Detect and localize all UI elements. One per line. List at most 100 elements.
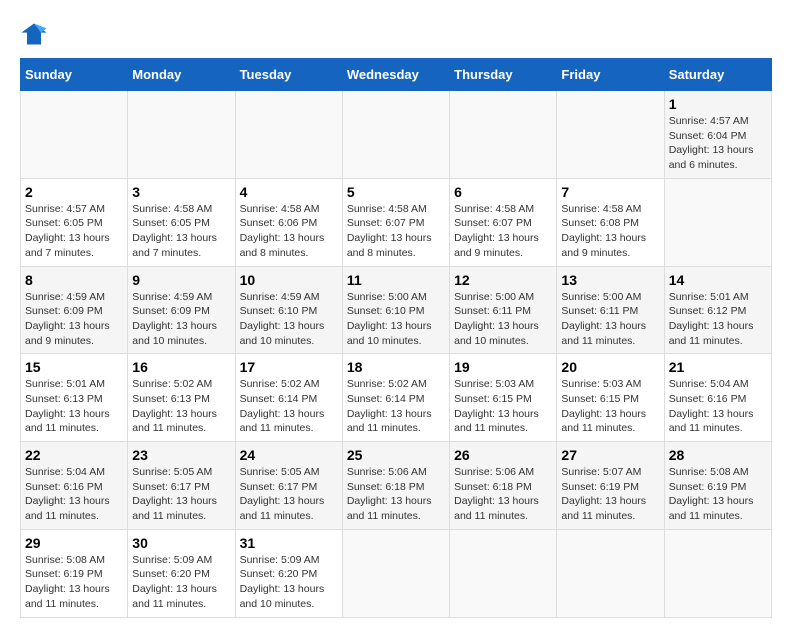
calendar-cell [235, 91, 342, 179]
day-detail: Sunrise: 5:05 AM Sunset: 6:17 PM Dayligh… [132, 465, 230, 524]
calendar-week-row: 1 Sunrise: 4:57 AM Sunset: 6:04 PM Dayli… [21, 91, 772, 179]
calendar-cell: 28 Sunrise: 5:08 AM Sunset: 6:19 PM Dayl… [664, 442, 771, 530]
calendar-cell: 1 Sunrise: 4:57 AM Sunset: 6:04 PM Dayli… [664, 91, 771, 179]
day-number: 11 [347, 272, 445, 288]
calendar-cell: 3 Sunrise: 4:58 AM Sunset: 6:05 PM Dayli… [128, 178, 235, 266]
day-detail: Sunrise: 4:58 AM Sunset: 6:06 PM Dayligh… [240, 202, 338, 261]
calendar-week-row: 29 Sunrise: 5:08 AM Sunset: 6:19 PM Dayl… [21, 529, 772, 617]
calendar-cell: 13 Sunrise: 5:00 AM Sunset: 6:11 PM Dayl… [557, 266, 664, 354]
day-number: 29 [25, 535, 123, 551]
calendar-cell: 14 Sunrise: 5:01 AM Sunset: 6:12 PM Dayl… [664, 266, 771, 354]
calendar-cell [557, 91, 664, 179]
calendar-cell: 5 Sunrise: 4:58 AM Sunset: 6:07 PM Dayli… [342, 178, 449, 266]
header-friday: Friday [557, 59, 664, 91]
logo-bird-icon [20, 20, 48, 48]
header-tuesday: Tuesday [235, 59, 342, 91]
calendar-cell [664, 529, 771, 617]
day-number: 3 [132, 184, 230, 200]
day-detail: Sunrise: 5:02 AM Sunset: 6:14 PM Dayligh… [240, 377, 338, 436]
calendar-week-row: 2 Sunrise: 4:57 AM Sunset: 6:05 PM Dayli… [21, 178, 772, 266]
calendar-cell: 20 Sunrise: 5:03 AM Sunset: 6:15 PM Dayl… [557, 354, 664, 442]
day-detail: Sunrise: 5:05 AM Sunset: 6:17 PM Dayligh… [240, 465, 338, 524]
calendar-cell: 11 Sunrise: 5:00 AM Sunset: 6:10 PM Dayl… [342, 266, 449, 354]
calendar-cell [342, 91, 449, 179]
calendar-week-row: 22 Sunrise: 5:04 AM Sunset: 6:16 PM Dayl… [21, 442, 772, 530]
day-detail: Sunrise: 4:58 AM Sunset: 6:07 PM Dayligh… [454, 202, 552, 261]
day-number: 1 [669, 96, 767, 112]
day-detail: Sunrise: 5:06 AM Sunset: 6:18 PM Dayligh… [454, 465, 552, 524]
day-number: 12 [454, 272, 552, 288]
calendar-cell [21, 91, 128, 179]
calendar-cell: 17 Sunrise: 5:02 AM Sunset: 6:14 PM Dayl… [235, 354, 342, 442]
day-number: 23 [132, 447, 230, 463]
calendar-cell: 9 Sunrise: 4:59 AM Sunset: 6:09 PM Dayli… [128, 266, 235, 354]
header-monday: Monday [128, 59, 235, 91]
day-number: 9 [132, 272, 230, 288]
day-number: 26 [454, 447, 552, 463]
day-detail: Sunrise: 5:04 AM Sunset: 6:16 PM Dayligh… [669, 377, 767, 436]
calendar-cell [664, 178, 771, 266]
calendar-cell: 12 Sunrise: 5:00 AM Sunset: 6:11 PM Dayl… [450, 266, 557, 354]
day-number: 21 [669, 359, 767, 375]
calendar-cell: 15 Sunrise: 5:01 AM Sunset: 6:13 PM Dayl… [21, 354, 128, 442]
day-number: 17 [240, 359, 338, 375]
day-detail: Sunrise: 5:03 AM Sunset: 6:15 PM Dayligh… [454, 377, 552, 436]
calendar-cell [557, 529, 664, 617]
day-detail: Sunrise: 5:01 AM Sunset: 6:12 PM Dayligh… [669, 290, 767, 349]
day-number: 30 [132, 535, 230, 551]
calendar-cell: 19 Sunrise: 5:03 AM Sunset: 6:15 PM Dayl… [450, 354, 557, 442]
day-number: 31 [240, 535, 338, 551]
day-number: 19 [454, 359, 552, 375]
header-wednesday: Wednesday [342, 59, 449, 91]
header-thursday: Thursday [450, 59, 557, 91]
calendar-cell: 16 Sunrise: 5:02 AM Sunset: 6:13 PM Dayl… [128, 354, 235, 442]
day-detail: Sunrise: 4:59 AM Sunset: 6:09 PM Dayligh… [25, 290, 123, 349]
calendar-cell: 31 Sunrise: 5:09 AM Sunset: 6:20 PM Dayl… [235, 529, 342, 617]
day-number: 25 [347, 447, 445, 463]
day-detail: Sunrise: 5:09 AM Sunset: 6:20 PM Dayligh… [132, 553, 230, 612]
day-detail: Sunrise: 5:00 AM Sunset: 6:11 PM Dayligh… [561, 290, 659, 349]
day-number: 10 [240, 272, 338, 288]
calendar-cell: 25 Sunrise: 5:06 AM Sunset: 6:18 PM Dayl… [342, 442, 449, 530]
day-detail: Sunrise: 5:08 AM Sunset: 6:19 PM Dayligh… [25, 553, 123, 612]
day-number: 7 [561, 184, 659, 200]
calendar-cell [342, 529, 449, 617]
calendar-cell: 21 Sunrise: 5:04 AM Sunset: 6:16 PM Dayl… [664, 354, 771, 442]
calendar-table: SundayMondayTuesdayWednesdayThursdayFrid… [20, 58, 772, 618]
day-detail: Sunrise: 4:58 AM Sunset: 6:08 PM Dayligh… [561, 202, 659, 261]
day-number: 27 [561, 447, 659, 463]
day-detail: Sunrise: 4:58 AM Sunset: 6:05 PM Dayligh… [132, 202, 230, 261]
calendar-week-row: 8 Sunrise: 4:59 AM Sunset: 6:09 PM Dayli… [21, 266, 772, 354]
calendar-cell: 2 Sunrise: 4:57 AM Sunset: 6:05 PM Dayli… [21, 178, 128, 266]
day-detail: Sunrise: 5:04 AM Sunset: 6:16 PM Dayligh… [25, 465, 123, 524]
day-number: 22 [25, 447, 123, 463]
calendar-cell: 27 Sunrise: 5:07 AM Sunset: 6:19 PM Dayl… [557, 442, 664, 530]
calendar-cell: 6 Sunrise: 4:58 AM Sunset: 6:07 PM Dayli… [450, 178, 557, 266]
day-detail: Sunrise: 5:03 AM Sunset: 6:15 PM Dayligh… [561, 377, 659, 436]
day-detail: Sunrise: 5:02 AM Sunset: 6:14 PM Dayligh… [347, 377, 445, 436]
day-number: 6 [454, 184, 552, 200]
day-detail: Sunrise: 5:00 AM Sunset: 6:11 PM Dayligh… [454, 290, 552, 349]
day-detail: Sunrise: 5:09 AM Sunset: 6:20 PM Dayligh… [240, 553, 338, 612]
day-number: 15 [25, 359, 123, 375]
calendar-week-row: 15 Sunrise: 5:01 AM Sunset: 6:13 PM Dayl… [21, 354, 772, 442]
day-detail: Sunrise: 4:58 AM Sunset: 6:07 PM Dayligh… [347, 202, 445, 261]
day-number: 5 [347, 184, 445, 200]
calendar-cell [450, 529, 557, 617]
logo [20, 20, 52, 48]
day-number: 24 [240, 447, 338, 463]
day-number: 14 [669, 272, 767, 288]
calendar-cell: 23 Sunrise: 5:05 AM Sunset: 6:17 PM Dayl… [128, 442, 235, 530]
day-number: 18 [347, 359, 445, 375]
day-number: 13 [561, 272, 659, 288]
day-detail: Sunrise: 5:08 AM Sunset: 6:19 PM Dayligh… [669, 465, 767, 524]
day-detail: Sunrise: 4:57 AM Sunset: 6:05 PM Dayligh… [25, 202, 123, 261]
day-number: 20 [561, 359, 659, 375]
calendar-cell: 24 Sunrise: 5:05 AM Sunset: 6:17 PM Dayl… [235, 442, 342, 530]
page-header [20, 20, 772, 48]
day-number: 28 [669, 447, 767, 463]
day-detail: Sunrise: 5:00 AM Sunset: 6:10 PM Dayligh… [347, 290, 445, 349]
day-detail: Sunrise: 5:02 AM Sunset: 6:13 PM Dayligh… [132, 377, 230, 436]
day-detail: Sunrise: 5:01 AM Sunset: 6:13 PM Dayligh… [25, 377, 123, 436]
day-detail: Sunrise: 5:06 AM Sunset: 6:18 PM Dayligh… [347, 465, 445, 524]
